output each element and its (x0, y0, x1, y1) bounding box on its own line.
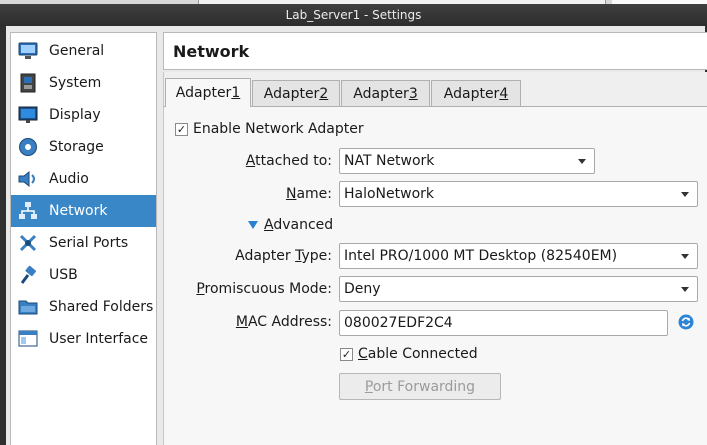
tab-adapter-2[interactable]: Adapter 2 (252, 80, 340, 107)
sidebar-item-serial-ports[interactable]: Serial Ports (11, 227, 156, 259)
sidebar-item-usb[interactable]: USB (11, 259, 156, 291)
label-mnemonic: A (264, 217, 274, 233)
label-text: romiscuous Mode: (204, 281, 332, 297)
label-text: ort Forwarding (372, 378, 476, 395)
sidebar-item-label: Network (49, 203, 108, 219)
tab-adapter-1[interactable]: Adapter 1 (165, 78, 251, 107)
label-mnemonic: P (364, 378, 373, 395)
adapter-type-value: Intel PRO/1000 MT Desktop (82540EM) (344, 248, 618, 264)
window-titlebar[interactable]: Lab_Server1 - Settings (0, 4, 707, 26)
label-text: ttached to: (255, 153, 332, 169)
network-icon (17, 200, 39, 222)
label-mnemonic: M (235, 314, 248, 330)
network-name-select[interactable]: HaloNetwork (339, 181, 698, 207)
mac-address-value: 080027EDF2C4 (344, 315, 453, 331)
check-icon: ✓ (341, 348, 352, 361)
sidebar-item-label: USB (49, 267, 78, 283)
label-text: AC Address: (247, 314, 332, 330)
settings-sidebar: General System Display Storage Audio Net… (10, 32, 157, 445)
attached-to-select[interactable]: NAT Network (339, 148, 595, 174)
expand-triangle-icon[interactable] (248, 221, 258, 229)
tab-label: Adapter (263, 86, 320, 102)
promiscuous-mode-label: Promiscuous Mode: (180, 281, 332, 297)
sidebar-item-shared-folders[interactable]: Shared Folders (11, 291, 156, 323)
promiscuous-mode-select[interactable]: Deny (339, 276, 698, 302)
window-left-border (0, 26, 6, 445)
port-forwarding-button[interactable]: Port Forwarding (339, 373, 501, 400)
cable-connected-checkbox[interactable]: ✓ (340, 348, 353, 361)
label-mnemonic: A (245, 153, 256, 169)
sidebar-item-network[interactable]: Network (11, 195, 156, 227)
chevron-down-icon (681, 254, 689, 259)
speaker-icon (17, 168, 39, 190)
attached-to-label: Attached to: (230, 153, 332, 169)
sidebar-item-label: Display (49, 107, 101, 123)
chevron-down-icon (578, 159, 586, 164)
enable-adapter-label[interactable]: Enable Network Adapter (193, 121, 364, 137)
mac-address-field[interactable]: 080027EDF2C4 (339, 310, 668, 336)
sidebar-item-display[interactable]: Display (11, 99, 156, 131)
sidebar-item-label: User Interface (49, 331, 149, 347)
label-mnemonic: P (196, 281, 205, 297)
enable-adapter-checkbox[interactable]: ✓ (175, 123, 188, 136)
sidebar-item-storage[interactable]: Storage (11, 131, 156, 163)
tab-label: Adapter (175, 85, 232, 101)
monitor-icon (17, 40, 39, 62)
mac-address-label: MAC Address: (200, 314, 332, 330)
folder-icon (17, 296, 39, 318)
tab-adapter-3[interactable]: Adapter 3 (341, 80, 430, 107)
window-icon (17, 328, 39, 350)
serial-port-icon (17, 232, 39, 254)
tab-mnemonic: 2 (319, 86, 329, 102)
tab-label: Adapter (443, 86, 500, 102)
label-text: able Connected (367, 346, 478, 362)
sidebar-item-label: Serial Ports (49, 235, 129, 251)
tab-mnemonic: 1 (231, 85, 241, 101)
sidebar-item-label: General (49, 43, 105, 59)
tab-mnemonic: 4 (499, 86, 509, 102)
label-text: ype: (301, 248, 332, 264)
label-text: ame: (296, 186, 332, 202)
usb-icon (17, 264, 39, 286)
page-header: Network (163, 32, 707, 70)
page-title: Network (173, 41, 250, 61)
attached-to-value: NAT Network (344, 153, 435, 169)
label-mnemonic: N (285, 186, 297, 202)
check-icon: ✓ (176, 123, 187, 136)
tab-mnemonic: 3 (408, 86, 418, 102)
label-text: Adapter (235, 248, 296, 264)
sidebar-item-user-interface[interactable]: User Interface (11, 323, 156, 355)
chip-icon (17, 72, 39, 94)
label-text: dvanced (273, 217, 334, 233)
tab-label: Adapter (353, 86, 409, 102)
sidebar-item-general[interactable]: General (11, 35, 156, 67)
network-name-value: HaloNetwork (344, 186, 435, 202)
adapter-type-select[interactable]: Intel PRO/1000 MT Desktop (82540EM) (339, 243, 698, 269)
refresh-mac-icon[interactable] (678, 314, 694, 330)
sidebar-item-audio[interactable]: Audio (11, 163, 156, 195)
disk-icon (17, 136, 39, 158)
advanced-toggle[interactable]: Advanced (264, 217, 333, 233)
label-mnemonic: C (358, 346, 368, 362)
chevron-down-icon (681, 192, 689, 197)
name-label: Name: (230, 186, 332, 202)
display-icon (17, 104, 39, 126)
cable-connected-label[interactable]: Cable Connected (358, 346, 478, 362)
sidebar-item-label: System (49, 75, 102, 91)
promiscuous-mode-value: Deny (344, 281, 381, 297)
tab-adapter-4[interactable]: Adapter 4 (431, 80, 521, 107)
sidebar-item-label: Audio (49, 171, 89, 187)
sidebar-item-system[interactable]: System (11, 67, 156, 99)
window-title: Lab_Server1 - Settings (285, 8, 422, 22)
sidebar-item-label: Shared Folders (49, 299, 154, 315)
chevron-down-icon (681, 287, 689, 292)
sidebar-item-label: Storage (49, 139, 104, 155)
adapter-type-label: Adapter Type: (200, 248, 332, 264)
